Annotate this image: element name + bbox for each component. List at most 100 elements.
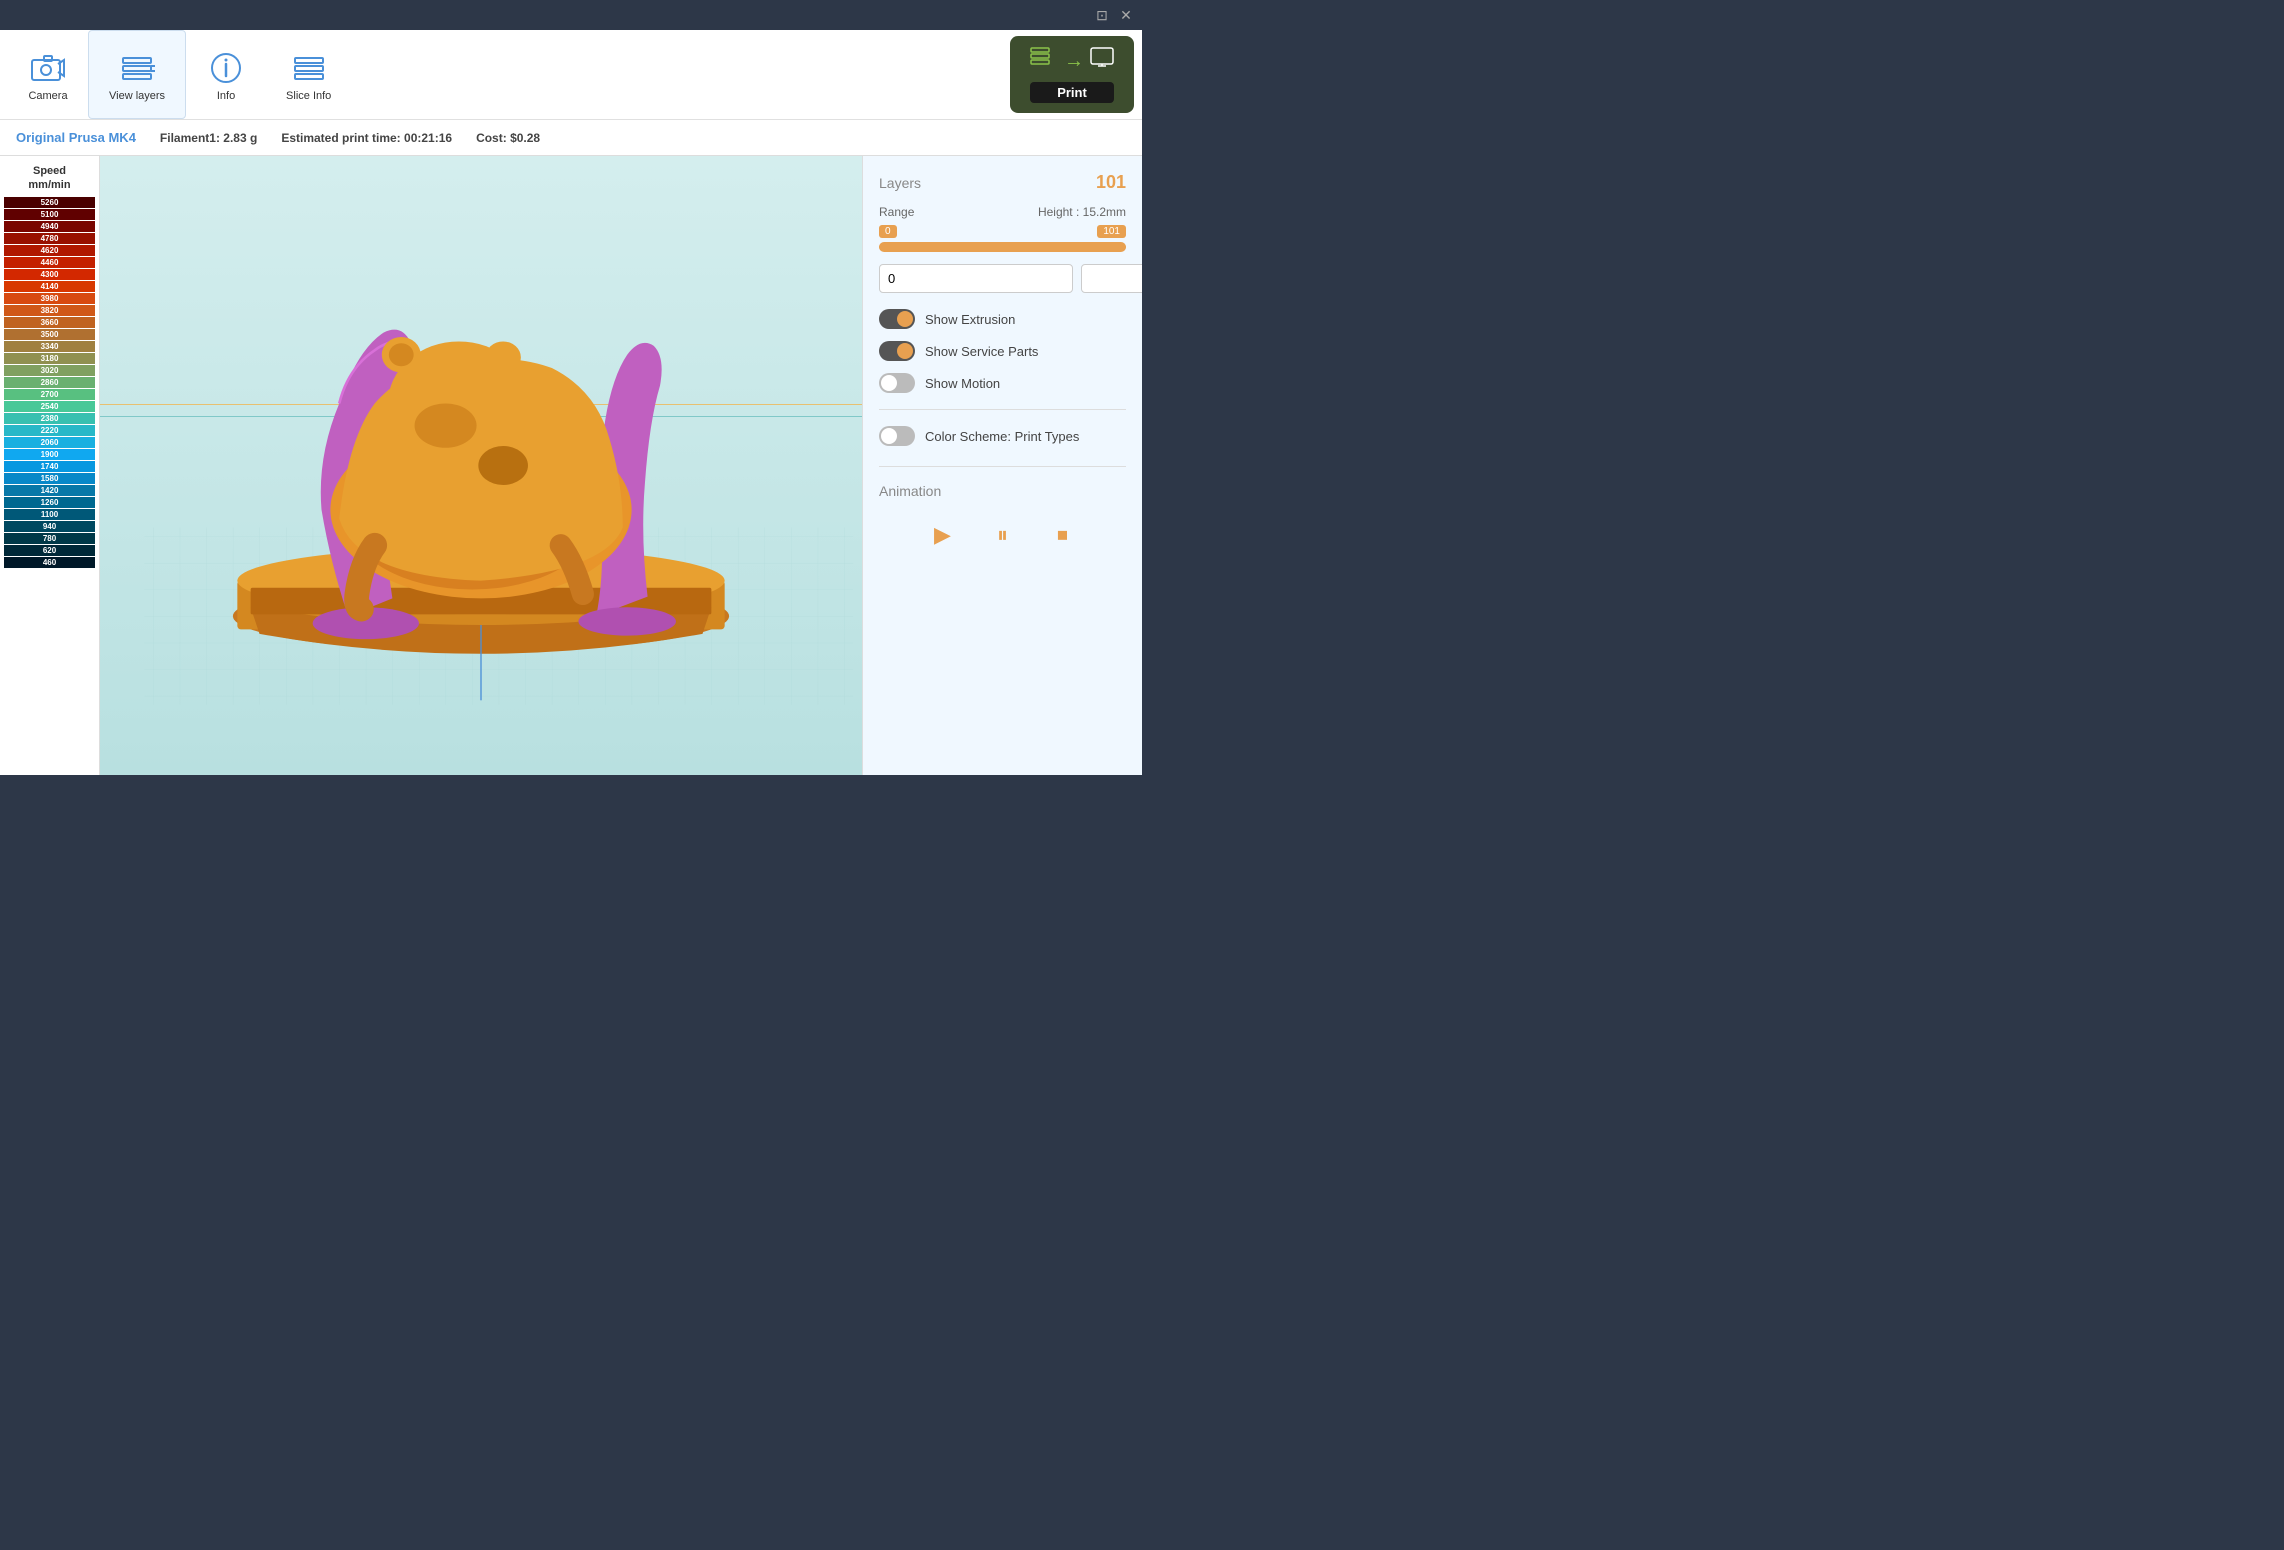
range-min-pill: 0 [879, 225, 897, 238]
stop-button[interactable]: ⏹ [1043, 515, 1083, 555]
cost-label: Cost: [476, 131, 507, 145]
speed-item: 4460 [4, 257, 95, 268]
show-extrusion-toggle[interactable] [879, 309, 915, 329]
slice-info-label: Slice Info [286, 90, 331, 102]
speed-item: 1100 [4, 509, 95, 520]
speed-value: 2060 [8, 438, 91, 447]
view-layers-icon [117, 48, 157, 88]
speed-value: 3020 [8, 366, 91, 375]
speed-item: 3500 [4, 329, 95, 340]
pause-button[interactable]: ⏸ [983, 515, 1023, 555]
toggle-show-extrusion: Show Extrusion [879, 309, 1126, 329]
speed-legend-title: Speedmm/min [4, 164, 95, 193]
speed-item: 4940 [4, 221, 95, 232]
title-bar: ⊡ ✕ [0, 0, 1142, 30]
toolbar-item-info[interactable]: Info [186, 30, 266, 119]
color-scheme-knob [881, 428, 897, 444]
speed-item: 4780 [4, 233, 95, 244]
toolbar-item-camera[interactable]: Camera [8, 30, 88, 119]
layers-section: Layers 101 Range Height : 15.2mm 0 101 [879, 172, 1126, 446]
speed-value: 3820 [8, 306, 91, 315]
range-max-pill: 101 [1097, 225, 1126, 238]
range-label: Range [879, 205, 914, 219]
show-service-parts-toggle[interactable] [879, 341, 915, 361]
speed-value: 780 [8, 534, 91, 543]
viewport[interactable] [100, 156, 862, 775]
animation-title: Animation [879, 483, 1126, 499]
layers-icon [1030, 46, 1058, 76]
toggle-show-service-parts: Show Service Parts [879, 341, 1126, 361]
range-row: Range Height : 15.2mm [879, 205, 1126, 219]
speed-value: 2380 [8, 414, 91, 423]
speed-value: 4780 [8, 234, 91, 243]
monitor-icon [1090, 47, 1114, 75]
print-label: Print [1030, 82, 1114, 103]
view-layers-label: View layers [109, 90, 165, 102]
speed-item: 3980 [4, 293, 95, 304]
speed-value: 3980 [8, 294, 91, 303]
speed-item: 2860 [4, 377, 95, 388]
speed-value: 1100 [8, 510, 91, 519]
speed-value: 3660 [8, 318, 91, 327]
range-input-max[interactable] [1081, 264, 1142, 293]
layers-header: Layers 101 [879, 172, 1126, 193]
info-label: Info [217, 90, 235, 102]
speed-item: 940 [4, 521, 95, 532]
speed-item: 5100 [4, 209, 95, 220]
speed-item: 2220 [4, 425, 95, 436]
color-scheme-toggle[interactable] [879, 426, 915, 446]
show-extrusion-knob [897, 311, 913, 327]
play-button[interactable]: ▶ [923, 515, 963, 555]
height-label: Height : 15.2mm [1038, 205, 1126, 219]
speed-value: 2700 [8, 390, 91, 399]
speed-value: 4300 [8, 270, 91, 279]
speed-item: 1740 [4, 461, 95, 472]
print-icon-area: → [1030, 46, 1114, 76]
speed-value: 940 [8, 522, 91, 531]
speed-value: 4620 [8, 246, 91, 255]
speed-item: 460 [4, 557, 95, 568]
close-button[interactable]: ✕ [1118, 7, 1134, 23]
speed-value: 460 [8, 558, 91, 567]
speed-item: 1580 [4, 473, 95, 484]
range-slider[interactable] [879, 242, 1126, 252]
speed-item: 620 [4, 545, 95, 556]
speed-value: 2220 [8, 426, 91, 435]
info-icon [206, 48, 246, 88]
speed-item: 4620 [4, 245, 95, 256]
main-area: Speedmm/min 5260510049404780462044604300… [0, 156, 1142, 775]
toolbar-item-view-layers[interactable]: View layers [88, 30, 186, 119]
speed-item: 780 [4, 533, 95, 544]
range-inputs [879, 264, 1126, 293]
speed-item: 1900 [4, 449, 95, 460]
speed-value: 1900 [8, 450, 91, 459]
range-input-min[interactable] [879, 264, 1073, 293]
speed-value: 3180 [8, 354, 91, 363]
toolbar-item-slice-info[interactable]: Slice Info [266, 30, 351, 119]
animation-section: Animation ▶ ⏸ ⏹ [879, 483, 1126, 555]
speed-value: 1740 [8, 462, 91, 471]
printer-name: Original Prusa MK4 [16, 130, 136, 145]
show-motion-toggle[interactable] [879, 373, 915, 393]
filament-stat: Filament1: 2.83 g [160, 131, 257, 145]
animation-controls: ▶ ⏸ ⏹ [879, 515, 1126, 555]
right-panel: Layers 101 Range Height : 15.2mm 0 101 [862, 156, 1142, 775]
show-motion-label: Show Motion [925, 376, 1000, 391]
restore-button[interactable]: ⊡ [1094, 7, 1110, 23]
speed-item: 2380 [4, 413, 95, 424]
print-button[interactable]: → Print [1010, 36, 1134, 113]
show-service-parts-label: Show Service Parts [925, 344, 1038, 359]
speed-value: 1580 [8, 474, 91, 483]
speed-value: 3340 [8, 342, 91, 351]
show-extrusion-label: Show Extrusion [925, 312, 1015, 327]
speed-item: 3820 [4, 305, 95, 316]
speed-item: 2540 [4, 401, 95, 412]
speed-item: 4300 [4, 269, 95, 280]
filament-label: Filament1: [160, 131, 220, 145]
show-service-parts-knob [897, 343, 913, 359]
speed-value: 1420 [8, 486, 91, 495]
toggle-rows: Show Extrusion Show Service Parts Show M… [879, 309, 1126, 393]
speed-item: 3340 [4, 341, 95, 352]
cost-stat: Cost: $0.28 [476, 131, 540, 145]
toolbar: Camera View layers Info [0, 30, 1142, 120]
